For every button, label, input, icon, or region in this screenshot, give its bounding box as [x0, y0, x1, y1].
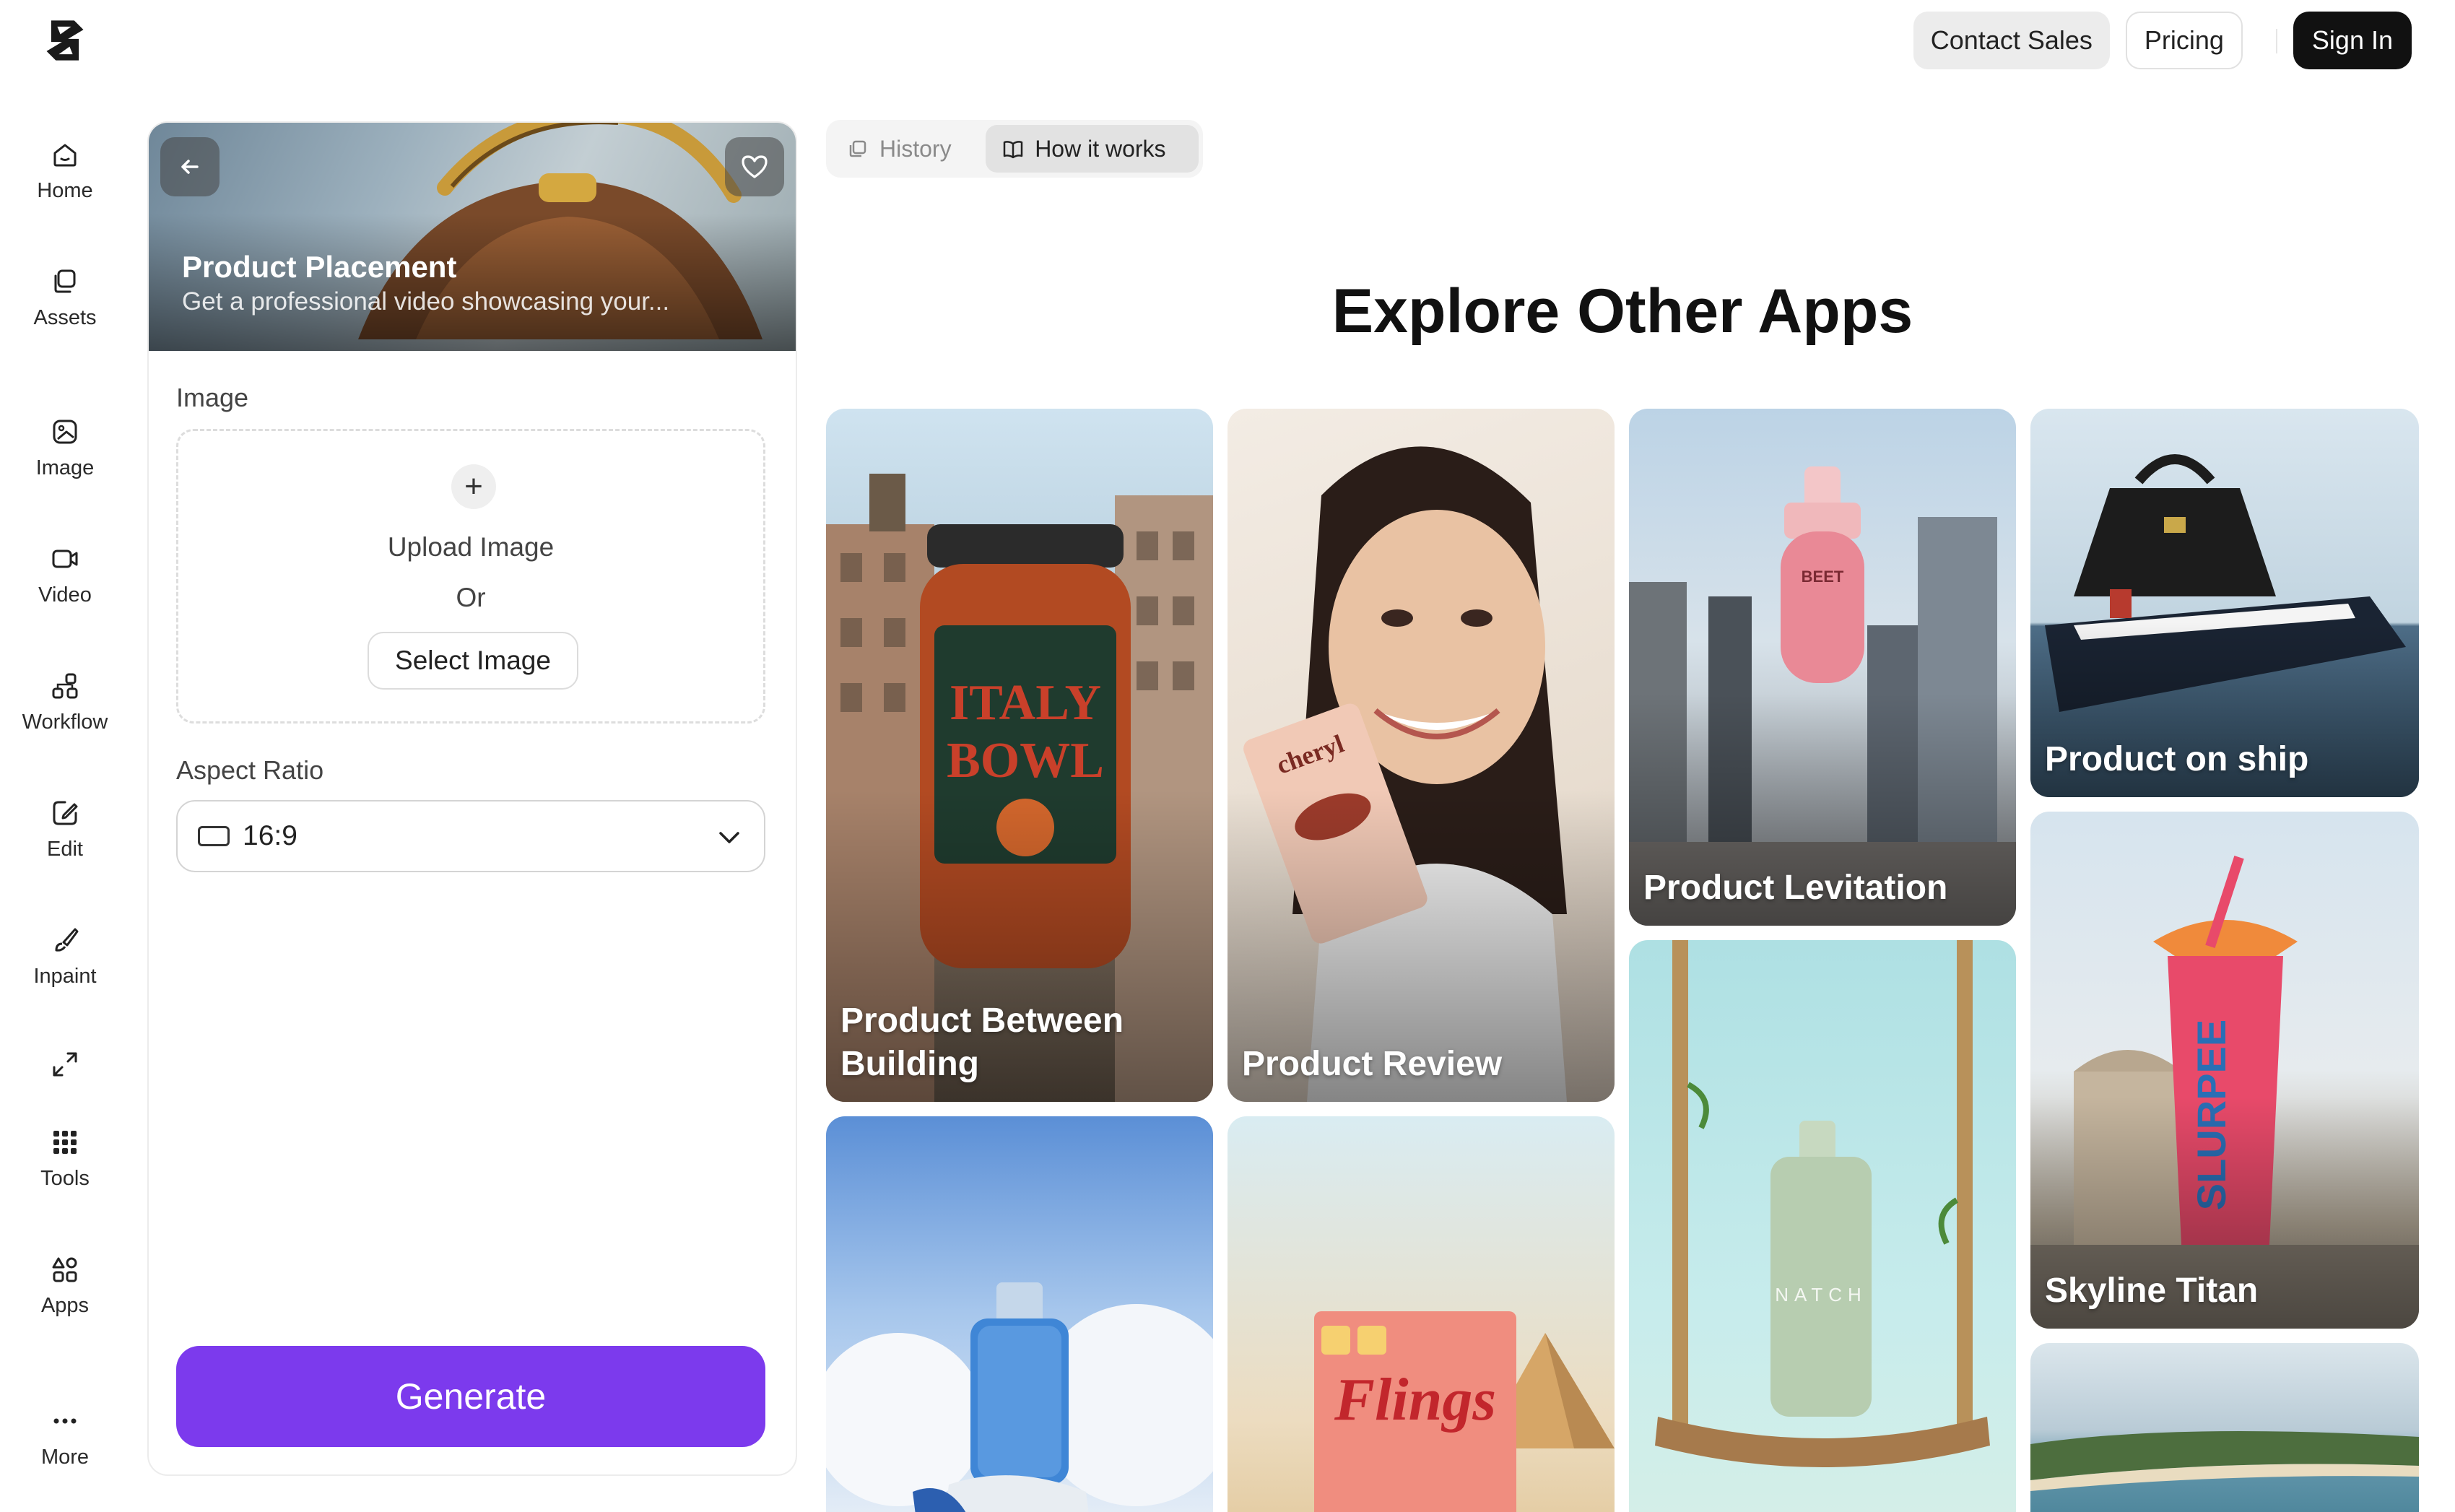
app-card-skyline-titan[interactable]: SLURPEE Skyline Titan	[2030, 812, 2419, 1329]
app-card-snack-box[interactable]: Flings	[1228, 1116, 1615, 1512]
image-upload-dropzone[interactable]: + Upload Image Or Select Image	[176, 429, 765, 724]
back-button[interactable]	[160, 137, 220, 196]
sidebar-item-home[interactable]: Home	[0, 137, 130, 203]
sidebar-item-label: Edit	[47, 838, 83, 861]
pricing-button[interactable]: Pricing	[2125, 12, 2243, 69]
app-card-product-between-building[interactable]: ITALY BOWL Product Between Building	[826, 409, 1213, 1102]
tab-history-label: History	[879, 135, 952, 162]
card-title: Product Review	[1242, 1045, 1503, 1083]
tab-how-it-works[interactable]: How it works	[986, 125, 1199, 173]
brand-logo-icon[interactable]	[40, 16, 90, 65]
tab-history[interactable]: History	[830, 125, 986, 173]
upload-image-label[interactable]: Upload Image	[178, 532, 763, 562]
sidebar-item-tools[interactable]: Tools	[0, 1125, 130, 1191]
contact-sales-button[interactable]: Contact Sales	[1913, 12, 2110, 69]
card-title-line-1: Product Between	[840, 1002, 1124, 1040]
brush-icon	[55, 928, 79, 952]
header-divider	[2276, 29, 2277, 53]
card-title: Product Levitation	[1643, 869, 1948, 907]
sidebar-item-label: Image	[35, 456, 95, 479]
card-title: Skyline Titan	[2045, 1272, 2259, 1310]
explore-title: Explore Other Apps	[1331, 277, 1913, 346]
book-icon	[1003, 141, 1023, 159]
home-icon	[53, 144, 77, 167]
app-card-product-levitation[interactable]: BEET Product Levitation	[1629, 409, 2016, 926]
sidebar-item-apps[interactable]: Apps	[0, 1252, 130, 1318]
sidebar-item-label: Home	[37, 179, 93, 202]
or-label: Or	[456, 583, 486, 612]
sidebar-item-label: Inpaint	[33, 965, 97, 988]
sidebar-item-label: Workflow	[22, 711, 108, 734]
header-actions: Contact Sales Pricing Sign In	[1913, 12, 2412, 69]
plus-icon[interactable]: +	[451, 464, 496, 509]
perfume-bottle-illustration	[826, 1282, 1213, 1512]
sidebar-item-assets[interactable]: Assets	[0, 264, 130, 330]
app-card-hand-balm-swing[interactable]: NATCH	[1629, 940, 2016, 1512]
select-image-button[interactable]: Select Image	[368, 632, 578, 690]
sidebar-item-video[interactable]: Video	[0, 542, 130, 607]
edit-icon	[53, 801, 78, 825]
image-section-label: Image	[176, 383, 249, 412]
arrow-left-icon	[181, 160, 199, 174]
app-card-product-on-ship[interactable]: Product on ship	[2030, 409, 2419, 797]
sidebar-item-inpaint[interactable]: Inpaint	[0, 923, 130, 989]
workflow-icon	[52, 673, 78, 699]
sidebar-item-expand[interactable]	[0, 1047, 130, 1082]
tab-how-label: How it works	[1035, 135, 1166, 162]
aspect-ratio-value: 16:9	[243, 820, 297, 851]
svg-text:Flings: Flings	[1334, 1366, 1496, 1433]
sidebar-item-workflow[interactable]: Workflow	[0, 669, 130, 734]
app-hero-banner: Product Placement Get a professional vid…	[149, 123, 796, 351]
expand-icon	[53, 1052, 77, 1077]
sidebar-item-label: Tools	[40, 1167, 90, 1190]
snack-box-illustration: Flings	[1314, 1311, 1615, 1512]
app-card-island[interactable]	[2030, 1343, 2419, 1512]
island-coast-illustration	[2030, 1431, 2419, 1491]
aspect-rectangle-icon	[198, 826, 230, 846]
assets-icon	[54, 269, 76, 293]
sidebar-item-label: Video	[38, 583, 92, 607]
sign-in-button[interactable]: Sign In	[2293, 12, 2412, 69]
sidebar-item-edit[interactable]: Edit	[0, 796, 130, 861]
sidebar-item-more[interactable]: More	[0, 1404, 130, 1469]
sidebar-item-label: Apps	[40, 1294, 90, 1317]
app-title: Product Placement	[182, 250, 457, 284]
card-title: Product Between Building	[840, 999, 1199, 1086]
aspect-ratio-select[interactable]: 16:9	[176, 800, 765, 872]
app-card-perfume[interactable]	[826, 1116, 1213, 1512]
svg-text:BEET: BEET	[1802, 568, 1844, 586]
svg-text:NATCH: NATCH	[1775, 1284, 1867, 1305]
app-card-product-review[interactable]: cheryl Product Review	[1228, 409, 1615, 1102]
sidebar-item-label: Assets	[33, 306, 97, 329]
grid-icon	[53, 1131, 77, 1154]
history-icon	[849, 140, 866, 157]
apps-icon	[52, 1257, 77, 1282]
chevron-down-icon	[719, 832, 739, 843]
image-icon	[53, 420, 77, 444]
video-icon	[52, 549, 78, 568]
sidebar-item-label: More	[40, 1446, 90, 1469]
card-title-line-2: Building	[840, 1045, 979, 1083]
more-icon	[53, 1418, 77, 1424]
aspect-ratio-label: Aspect Ratio	[176, 755, 324, 785]
favorite-button[interactable]	[725, 137, 784, 196]
generate-button[interactable]: Generate	[176, 1346, 765, 1447]
sidebar-item-image[interactable]: Image	[0, 414, 130, 480]
heart-icon	[742, 155, 768, 178]
app-subtitle: Get a professional video showcasing your…	[182, 287, 670, 316]
view-tabs: History How it works	[826, 120, 1203, 178]
svg-text:BOWL: BOWL	[947, 733, 1104, 788]
card-title: Product on ship	[2045, 740, 2309, 778]
svg-text:ITALY: ITALY	[950, 675, 1101, 731]
app-settings-panel: Product Placement Get a professional vid…	[147, 121, 797, 1476]
swing-bottle-illustration: NATCH	[1655, 940, 1990, 1467]
